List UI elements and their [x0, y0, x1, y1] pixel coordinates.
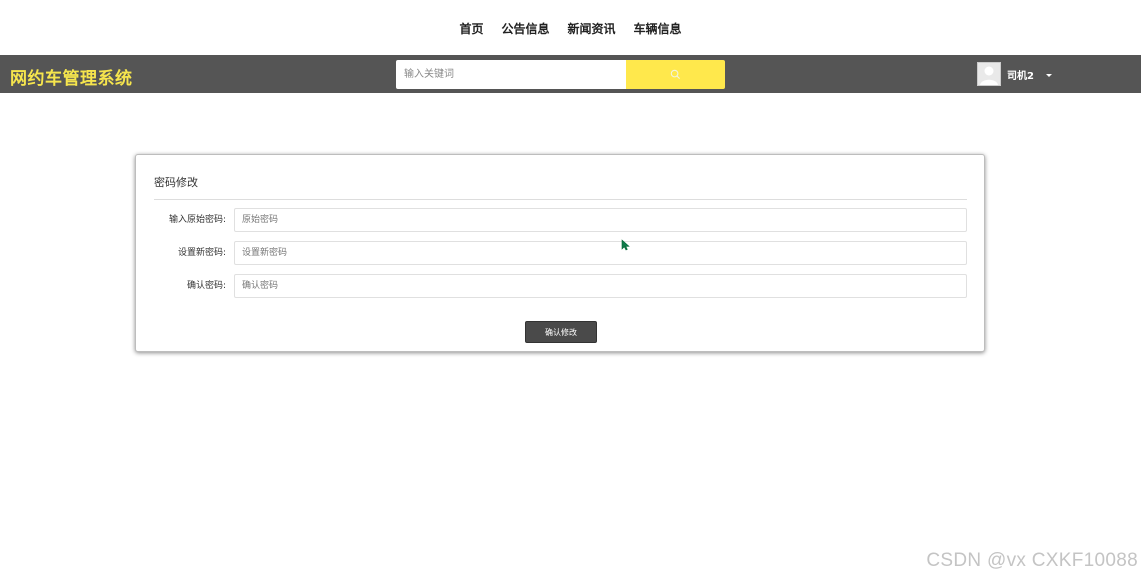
- search-box: [396, 60, 725, 89]
- confirm-password-label: 确认密码:: [186, 281, 226, 291]
- nav-item-vehicles[interactable]: 车辆信息: [634, 20, 682, 37]
- search-icon: [670, 69, 681, 80]
- nav-item-announcements[interactable]: 公告信息: [501, 20, 549, 37]
- nav-item-news[interactable]: 新闻资讯: [568, 20, 616, 37]
- nav-item-home[interactable]: 首页: [459, 20, 483, 37]
- form-row-old-password: 输入原始密码:: [136, 208, 986, 232]
- confirm-change-button[interactable]: 确认修改: [525, 321, 597, 343]
- user-menu[interactable]: 司机2: [977, 58, 1052, 90]
- search-input[interactable]: [396, 60, 626, 89]
- old-password-input[interactable]: [234, 208, 967, 232]
- confirm-password-input[interactable]: [234, 274, 967, 298]
- new-password-label: 设置新密码:: [177, 248, 226, 258]
- mouse-cursor-icon: [621, 239, 630, 251]
- header-bar: 网约车管理系统 司机2: [0, 55, 1141, 93]
- panel-divider: [154, 199, 967, 200]
- new-password-input[interactable]: [234, 241, 967, 265]
- search-button[interactable]: [626, 60, 725, 89]
- site-title: 网约车管理系统: [10, 69, 133, 89]
- top-nav: 首页 公告信息 新闻资讯 车辆信息: [0, 0, 1141, 55]
- old-password-label: 输入原始密码:: [168, 215, 226, 225]
- password-change-panel: 密码修改 输入原始密码: 设置新密码: 确认密码: 确认修改: [135, 154, 985, 352]
- user-avatar-icon: [977, 62, 1001, 86]
- caret-down-icon: [1045, 73, 1052, 77]
- watermark: CSDN @vx CXKF10088: [926, 550, 1138, 571]
- form-row-new-password: 设置新密码:: [136, 241, 986, 265]
- panel-title: 密码修改: [154, 176, 198, 189]
- form-row-confirm-password: 确认密码:: [136, 274, 986, 298]
- username: 司机2: [1007, 70, 1034, 82]
